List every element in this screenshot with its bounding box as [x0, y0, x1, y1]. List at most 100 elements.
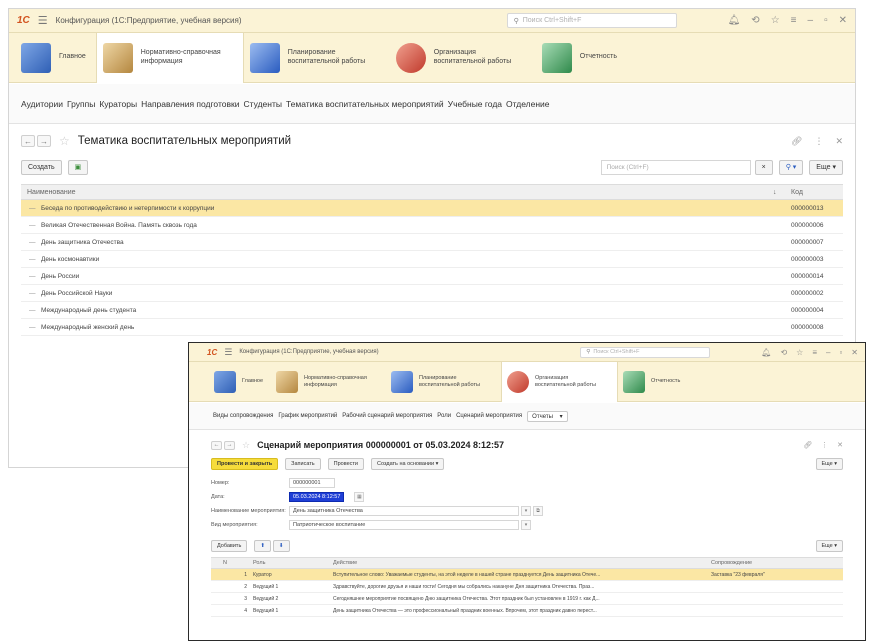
table-row[interactable]: 2 Ведущий 1 Здравствуйте, дорогие друзья и… — [211, 581, 843, 593]
add-row-button[interactable]: Добавить — [211, 540, 248, 552]
open-link-icon[interactable]: ⧉ — [533, 506, 543, 516]
table-row[interactable]: — День защитника Отечества 000000007 — [21, 234, 843, 251]
post-button[interactable]: Провести — [327, 458, 365, 470]
nav-link[interactable]: Направления подготовки — [141, 99, 239, 109]
number-field[interactable]: 000000001 — [289, 478, 335, 488]
nav-link[interactable]: Роли — [437, 413, 451, 419]
table-row[interactable]: — День Российской Науки 000000002 — [21, 285, 843, 302]
link-icon[interactable]: 🔗︎ — [803, 441, 812, 449]
section-reference[interactable]: Нормативно-справочная информация — [271, 362, 386, 402]
star-icon[interactable]: ☆ — [771, 15, 780, 26]
nav-link[interactable]: Аудитории — [21, 99, 63, 109]
back-arrow-icon[interactable]: ← — [21, 135, 35, 147]
column-n-header[interactable]: N — [217, 560, 253, 566]
close-icon[interactable]: ✕ — [837, 441, 843, 449]
table-more-button[interactable]: Еще ▾ — [815, 540, 843, 552]
table-row[interactable]: 3 Ведущий 2 Сегодняшнее мероприятие посвящ… — [211, 593, 843, 605]
row-role: Куратор — [253, 571, 272, 578]
dropdown-icon[interactable]: ▾ — [521, 506, 531, 516]
section-organization[interactable]: Организация воспитательной работы — [501, 361, 619, 402]
close-icon[interactable]: ✕ — [839, 15, 847, 26]
maximize-icon[interactable]: ▫ — [839, 348, 842, 357]
more-vertical-icon[interactable]: ⋮ — [814, 136, 823, 147]
menu-icon[interactable]: ☰ — [38, 14, 48, 27]
column-code-header[interactable]: Код — [791, 189, 843, 196]
close-icon[interactable]: ✕ — [835, 136, 843, 147]
more-button[interactable]: Еще ▾ — [809, 159, 843, 175]
section-organization[interactable]: Организация воспитательной работы — [390, 33, 536, 83]
history-icon[interactable]: ⟲ — [780, 348, 787, 357]
nav-link[interactable]: Кураторы — [99, 99, 137, 109]
nav-link[interactable]: Студенты — [243, 99, 281, 109]
more-button[interactable]: Еще ▾ — [815, 458, 843, 470]
menu-icon[interactable]: ☰ — [224, 347, 232, 358]
table-row[interactable]: — Международный день студента 000000004 — [21, 302, 843, 319]
clear-search-icon[interactable]: × — [754, 159, 773, 175]
section-main[interactable]: Главное — [209, 362, 271, 402]
section-reports[interactable]: Отчетность — [618, 362, 688, 402]
minimize-icon[interactable]: – — [808, 15, 814, 26]
event-field[interactable]: День защитника Отечества — [289, 506, 519, 516]
nav-link[interactable]: Отделение — [506, 99, 549, 109]
nav-link[interactable]: График мероприятий — [278, 413, 337, 419]
section-reports[interactable]: Отчетность — [536, 33, 627, 83]
nav-link[interactable]: Тематика воспитательных мероприятий — [286, 99, 444, 109]
settings-icon[interactable]: ≡ — [791, 15, 797, 26]
forward-arrow-icon[interactable]: → — [37, 135, 51, 147]
favorite-star-icon[interactable]: ☆ — [242, 440, 250, 451]
column-accompaniment-header[interactable]: Сопровождение — [711, 560, 843, 566]
calendar-icon[interactable]: ▦ — [354, 492, 365, 502]
section-main[interactable]: Главное — [15, 33, 96, 83]
section-planning[interactable]: Планирование воспитательной работы — [386, 362, 501, 402]
table-row[interactable]: 1 Куратор Вступительное слово: Уважаемые с… — [211, 569, 843, 581]
global-search-input[interactable]: ⚲ Поиск Ctrl+Shift+F — [580, 346, 711, 358]
section-reference[interactable]: Нормативно-справочная информация — [95, 32, 244, 83]
bell-icon[interactable]: 🔔︎ — [728, 15, 741, 26]
more-label: Еще — [821, 543, 833, 549]
row-name: Международный женский день — [41, 323, 135, 331]
nav-link[interactable]: Сценарий мероприятия — [456, 413, 522, 419]
nav-link[interactable]: Рабочий сценарий мероприятия — [342, 413, 432, 419]
list-search-input[interactable]: Поиск (Ctrl+F) — [600, 159, 751, 175]
table-row[interactable]: — День космонавтики 000000003 — [21, 251, 843, 268]
settings-icon[interactable]: ≡ — [812, 348, 817, 357]
column-role-header[interactable]: Роль — [253, 560, 333, 566]
create-group-icon[interactable]: ▣ — [67, 159, 89, 175]
nav-link[interactable]: Группы — [67, 99, 95, 109]
date-field[interactable]: 05.03.2024 8:12:57 — [289, 492, 345, 502]
forward-arrow-icon[interactable]: → — [224, 440, 235, 450]
move-down-icon[interactable]: ⬇ — [272, 540, 290, 552]
column-name-header[interactable]: Наименование — [27, 189, 773, 196]
table-row[interactable]: — Беседа по противодействию и нетерпимост… — [21, 200, 843, 217]
star-icon[interactable]: ☆ — [796, 348, 803, 357]
table-row[interactable]: 4 Ведущий 1 День защитника Отечества — это… — [211, 605, 843, 617]
search-icon[interactable]: ⚲ ▾ — [778, 159, 804, 175]
reports-dropdown[interactable]: Отчеты ▾ — [527, 410, 568, 422]
back-arrow-icon[interactable]: ← — [211, 440, 222, 450]
maximize-icon[interactable]: ▫ — [824, 15, 828, 26]
save-button[interactable]: Записать — [285, 458, 321, 470]
favorite-star-icon[interactable]: ☆ — [59, 134, 70, 148]
event-type-field[interactable]: Патриотическое воспитание — [289, 520, 519, 530]
minimize-icon[interactable]: – — [826, 348, 830, 357]
link-icon[interactable]: 🔗︎ — [791, 136, 802, 147]
post-and-close-button[interactable]: Провести и закрыть — [211, 458, 279, 470]
section-planning[interactable]: Планирование воспитательной работы — [244, 33, 390, 83]
reports-dropdown-label: Отчеты — [532, 413, 553, 420]
close-icon[interactable]: ✕ — [851, 348, 858, 357]
create-button[interactable]: Создать — [21, 159, 62, 175]
column-action-header[interactable]: Действие — [333, 560, 711, 566]
bell-icon[interactable]: 🔔︎ — [761, 348, 771, 357]
history-icon[interactable]: ⟲ — [751, 15, 759, 26]
table-row[interactable]: — Международный женский день 000000008 — [21, 319, 843, 336]
table-row[interactable]: — День России 000000014 — [21, 268, 843, 285]
navigation-panel: Виды сопровождения График мероприятий Ра… — [189, 403, 865, 430]
more-vertical-icon[interactable]: ⋮ — [821, 441, 828, 449]
nav-link[interactable]: Виды сопровождения — [213, 413, 273, 419]
create-based-on-button[interactable]: Создать на основании ▾ — [371, 458, 445, 470]
nav-link[interactable]: Учебные года — [448, 99, 502, 109]
global-search-input[interactable]: ⚲ Поиск Ctrl+Shift+F — [506, 13, 677, 28]
dropdown-icon[interactable]: ▾ — [521, 520, 531, 530]
table-row[interactable]: — Великая Отечественная Война. Память скв… — [21, 217, 843, 234]
move-up-icon[interactable]: ⬆ — [254, 540, 271, 552]
